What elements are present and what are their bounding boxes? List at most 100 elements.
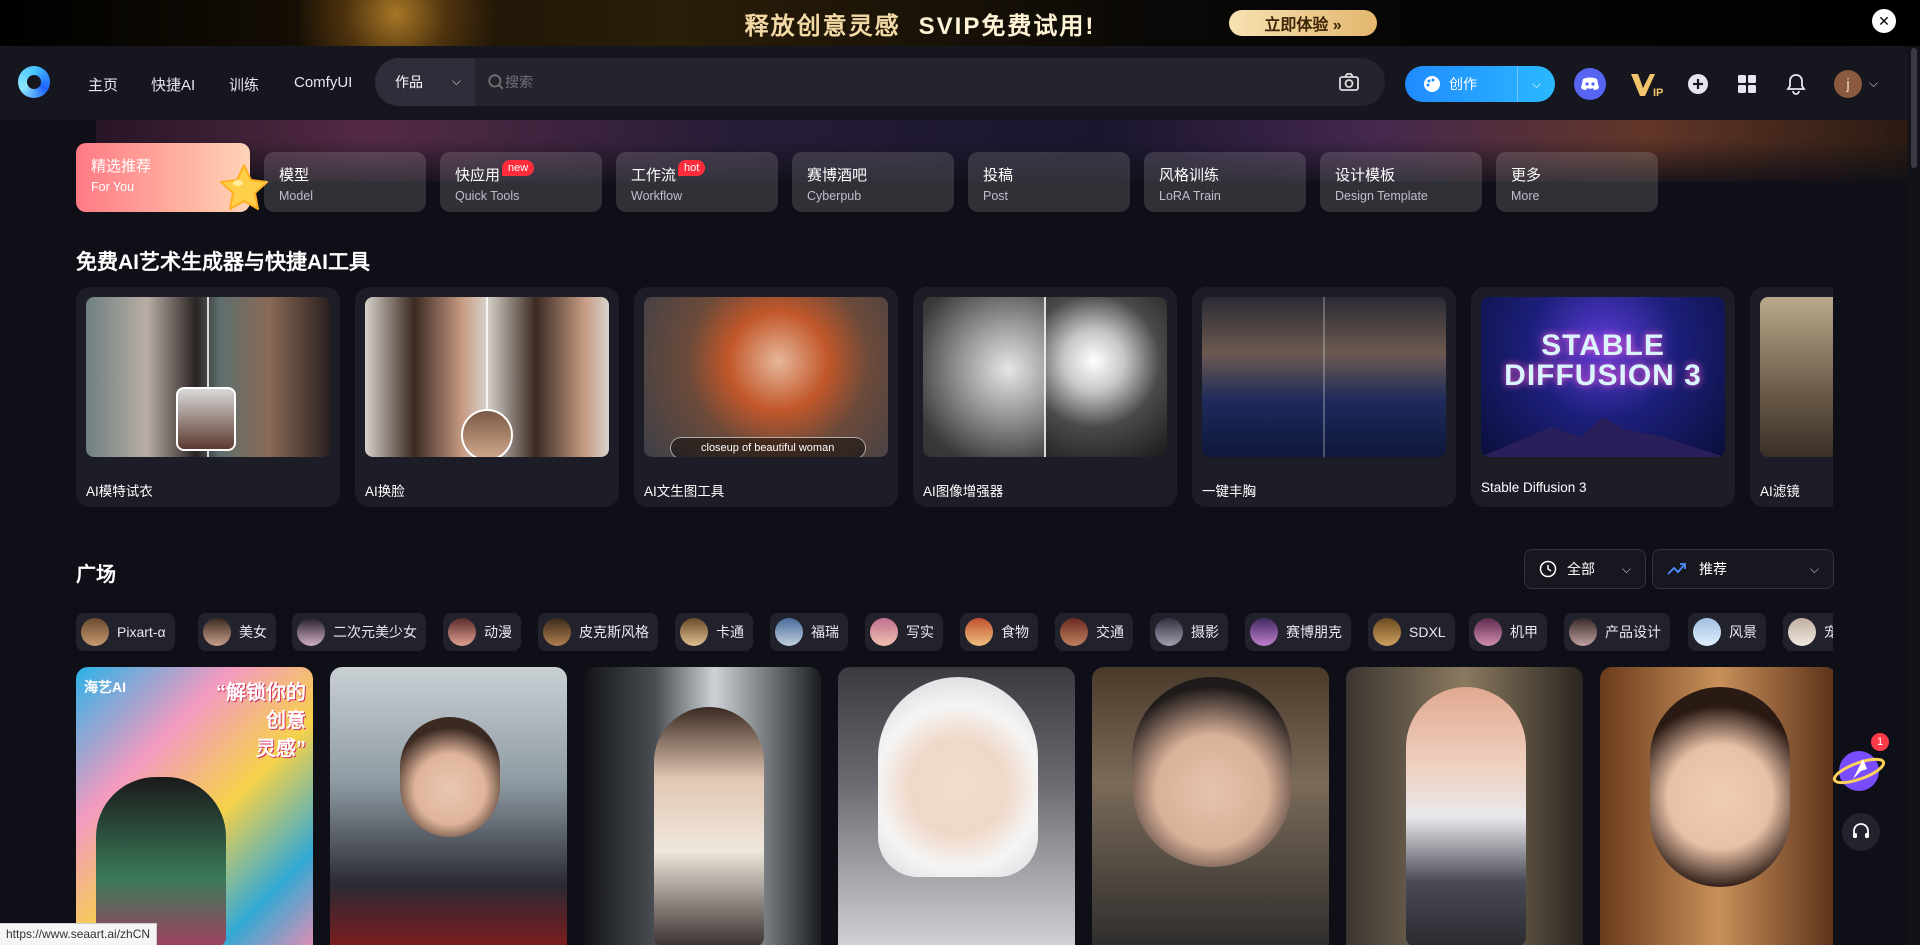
apps-grid-icon[interactable] [1731,68,1763,100]
tool-name: AI换脸 [365,484,405,499]
tag-pixar-style[interactable]: 皮克斯风格 [538,613,658,651]
nav-comfyui[interactable]: ComfyUI [294,74,352,91]
tool-card-breast-enhance[interactable]: 一键丰胸 [1192,287,1456,507]
face-inset-image [461,409,513,457]
avatar-chevron-down-icon[interactable]: ⌵ [1869,76,1878,91]
gallery-card[interactable] [1346,667,1583,945]
tag-thumbnail [965,618,993,646]
tag-furry[interactable]: 福瑞 [770,613,848,651]
sort-filter-dropdown[interactable]: 推荐 ⌵ [1652,549,1834,589]
gallery-card[interactable] [584,667,821,945]
tag-thumbnail [81,618,109,646]
tab-quick-tools[interactable]: 快应用 Quick Tools new [440,152,602,212]
tool-card-stable-diffusion-3[interactable]: STABLE DIFFUSION 3 Stable Diffusion 3 [1471,287,1735,507]
slogan-line: 灵感” [256,738,306,760]
tab-cyberpub[interactable]: 赛博酒吧 Cyberpub [792,152,954,212]
gallery-card[interactable] [330,667,567,945]
tab-workflow[interactable]: 工作流 Workflow hot [616,152,778,212]
tag-transport[interactable]: 交通 [1055,613,1133,651]
customer-support-icon[interactable] [1842,813,1880,851]
tag-pixart[interactable]: Pixart-α [76,613,175,651]
create-button[interactable]: 创作 ⌵ [1405,66,1555,102]
prompt-overlay: closeup of beautiful woman [670,437,866,457]
nav-train[interactable]: 训练 [229,74,259,95]
add-icon[interactable] [1682,68,1714,100]
tag-landscape[interactable]: 风景 [1688,613,1766,651]
time-filter-dropdown[interactable]: 全部 ⌵ [1524,549,1646,589]
gallery-card[interactable] [838,667,1075,945]
promo-text: 释放创意灵感 SVIP免费试用! [745,6,1096,41]
tag-thumbnail [1788,618,1816,646]
chevron-down-icon: ⌵ [1809,561,1819,576]
tools-section-title: 免费AI艺术生成器与快捷AI工具 [76,251,370,274]
clock-icon [1539,560,1557,578]
gallery-card[interactable] [1092,667,1329,945]
vip-icon[interactable]: IP [1629,68,1665,100]
seaart-logo[interactable] [18,66,50,98]
gallery-card[interactable] [1600,667,1833,945]
tag-label: 福瑞 [811,624,839,640]
top-header: 主页 快捷AI 训练 ComfyUI 作品 ⌵ 创作 ⌵ IP j ⌵ [0,46,1920,120]
tag-anime[interactable]: 动漫 [443,613,521,651]
face-inset-image [176,387,236,451]
camera-icon[interactable] [1337,70,1361,94]
tool-card-ai-try-on[interactable]: AI模特试衣 [76,287,340,507]
hot-badge: hot [678,160,706,176]
tab-for-you[interactable]: 精选推荐 For You [76,143,268,212]
tool-card-ai-filter[interactable]: AI滤镜 [1750,287,1833,507]
nav-quick-ai[interactable]: 快捷AI [151,74,195,95]
new-badge: new [502,160,535,176]
tag-label: 卡通 [716,624,744,640]
search-type-select[interactable]: 作品 ⌵ [375,58,475,106]
create-dropdown-chevron-icon[interactable]: ⌵ [1517,66,1555,102]
avatar[interactable]: j [1834,70,1862,98]
tag-filter-bar: Pixart-α 美女 二次元美少女 动漫 皮克斯风格 卡通 福瑞 写实 食物 … [76,613,1833,651]
tag-thumbnail [448,618,476,646]
tag-food[interactable]: 食物 [960,613,1038,651]
tool-card-ai-image-enhancer[interactable]: AI图像增强器 [913,287,1177,507]
svg-text:IP: IP [1653,87,1663,99]
promo-try-button[interactable]: 立即体验 » [1229,10,1377,36]
tab-model[interactable]: 模型 Model [264,152,426,212]
promo-banner[interactable]: 释放创意灵感 SVIP免费试用! 立即体验 » ✕ [0,0,1920,46]
tag-pets[interactable]: 宠物 [1783,613,1833,651]
tag-label: 交通 [1096,624,1124,640]
tag-sdxl[interactable]: SDXL [1368,613,1455,651]
tag-beauty[interactable]: 美女 [198,613,276,651]
create-button-label: 创作 [1423,74,1477,94]
tab-design-template[interactable]: 设计模板 Design Template [1320,152,1482,212]
tag-thumbnail [1250,618,1278,646]
tag-label: 写实 [906,624,934,640]
bell-icon[interactable] [1780,68,1812,100]
tag-photography[interactable]: 摄影 [1150,613,1228,651]
tag-label: 风景 [1729,624,1757,640]
tool-thumbnail [1760,297,1833,457]
tool-thumbnail: STABLE DIFFUSION 3 [1481,297,1725,457]
tab-post[interactable]: 投稿 Post [968,152,1130,212]
tag-thumbnail [203,618,231,646]
tool-card-ai-face-swap[interactable]: AI换脸 [355,287,619,507]
discord-icon[interactable] [1574,68,1606,100]
page-scrollbar[interactable] [1908,46,1920,945]
search-input[interactable] [505,70,1305,94]
scrollbar-thumb[interactable] [1911,48,1917,168]
gallery-card[interactable]: 海艺AI “解锁你的 创意 灵感” [76,667,313,945]
tab-more[interactable]: 更多 More [1496,152,1658,212]
tag-anime-girl[interactable]: 二次元美少女 [292,613,426,651]
tag-realistic[interactable]: 写实 [865,613,943,651]
tag-cartoon[interactable]: 卡通 [675,613,753,651]
tag-mecha[interactable]: 机甲 [1469,613,1547,651]
tag-thumbnail [1569,618,1597,646]
close-icon[interactable]: ✕ [1872,9,1896,33]
square-section-title: 广场 [76,564,116,586]
rocket-promo-icon[interactable]: 1 [1832,733,1889,797]
tab-lora-train[interactable]: 风格训练 LoRA Train [1144,152,1306,212]
tool-card-ai-text-to-image[interactable]: closeup of beautiful woman AI文生图工具 [634,287,898,507]
tab-label-zh: 风格训练 [1159,167,1220,184]
tag-product-design[interactable]: 产品设计 [1564,613,1670,651]
tag-label: 机甲 [1510,624,1538,640]
tag-cyberpunk[interactable]: 赛博朋克 [1245,613,1351,651]
nav-home[interactable]: 主页 [88,74,118,95]
palette-icon [1424,76,1440,92]
tool-thumbnail [86,297,330,457]
